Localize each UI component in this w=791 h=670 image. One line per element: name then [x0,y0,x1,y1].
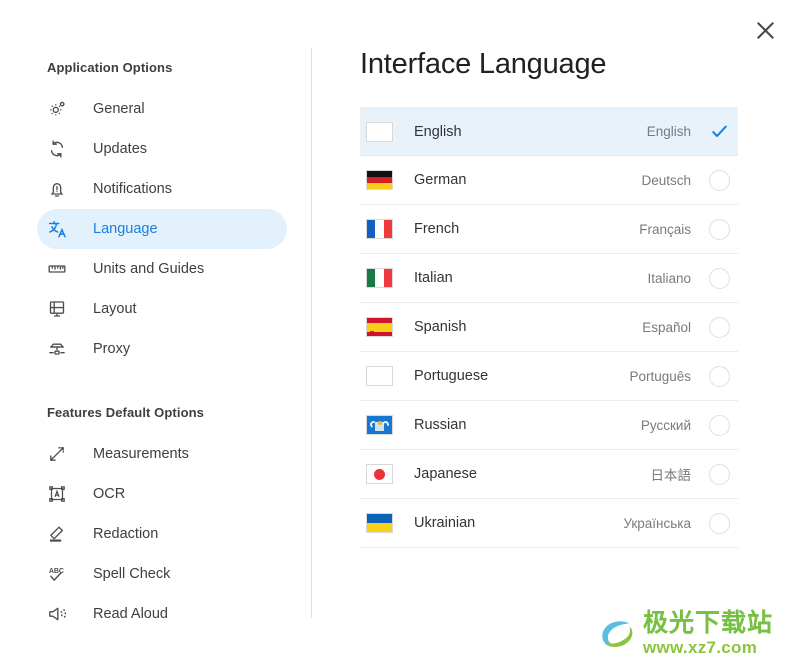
svg-text:ABC: ABC [49,568,64,575]
flag-es-icon [366,317,393,337]
sidebar-item-spell-check[interactable]: ABC Spell Check [37,554,287,594]
language-name: French [414,221,460,237]
sidebar-item-units-and-guides[interactable]: Units and Guides [37,249,287,289]
sidebar-item-proxy[interactable]: Proxy [37,329,287,369]
language-native-name: 日本語 [650,468,692,483]
flag-de-icon [366,170,393,190]
sidebar-item-label: Updates [93,141,148,157]
language-native-name: Українська [623,515,691,531]
layout-icon [47,297,77,321]
language-radio[interactable] [709,267,730,289]
language-native-name: Français [639,221,691,237]
sidebar-item-layout[interactable]: Layout [37,289,287,329]
language-row-japanese[interactable]: Japanese 日本語 [360,450,738,499]
flag-it-icon [366,268,393,288]
sidebar-item-language[interactable]: Language [37,209,287,249]
language-row-german[interactable]: German Deutsch [360,156,738,205]
language-name: Portuguese [414,368,489,384]
check-icon[interactable] [709,121,730,142]
translate-icon [47,217,77,241]
sidebar-item-label: Proxy [93,341,131,357]
sidebar-item-label: Measurements [93,446,189,462]
sidebar-item-label: Redaction [93,526,159,542]
flag-br-pt-icon [366,366,393,386]
ocr-icon [47,482,77,506]
sidebar-item-ocr[interactable]: OCR [37,474,287,514]
sidebar-item-redaction[interactable]: Redaction [37,514,287,554]
sidebar-item-label: Read Aloud [93,606,168,622]
refresh-icon [47,137,77,161]
ruler-icon [47,257,77,281]
language-row-french[interactable]: French Français [360,205,738,254]
sidebar-item-label: Spell Check [93,566,171,582]
flag-fr-icon [366,219,393,239]
flag-us-uk-icon [366,121,393,142]
language-name: Russian [414,417,467,433]
language-radio[interactable] [709,463,730,485]
abc-check-icon: ABC [47,562,77,586]
language-row-russian[interactable]: Russian Русский [360,401,738,450]
sidebar-item-updates[interactable]: Updates [37,129,287,169]
language-native-name: Русский [640,417,691,433]
language-native-name: Português [629,368,691,384]
sidebar-item-label: Language [93,221,158,237]
language-row-portuguese[interactable]: Portuguese Português [360,352,738,401]
language-radio[interactable] [709,218,730,240]
language-native-name: Español [642,319,691,335]
sidebar-section-title-application: Application Options [47,60,173,75]
language-native-name: English [646,124,691,139]
eraser-icon [47,522,77,546]
language-name: Italian [414,270,453,286]
language-radio[interactable] [709,512,730,534]
language-list: English English German Deutsch French Fr… [360,107,738,548]
flag-jp-icon [366,464,393,484]
sidebar-item-read-aloud[interactable]: Read Aloud [37,594,287,634]
language-row-spanish[interactable]: Spanish Español [360,303,738,352]
sidebar-item-label: Notifications [93,181,172,197]
watermark-url: www.xz7.com [642,638,758,657]
close-button[interactable] [747,12,783,48]
bell-icon [47,177,77,201]
flag-ua-icon [366,513,393,533]
sidebar-item-label: General [93,101,145,117]
sidebar-section-title-features: Features Default Options [47,405,204,420]
language-panel: Interface Language English English Germa… [360,48,740,548]
page-title: Interface Language [360,48,607,80]
sidebar-item-notifications[interactable]: Notifications [37,169,287,209]
language-name: German [414,172,467,188]
language-native-name: Deutsch [641,172,691,188]
language-row-english[interactable]: English English [360,107,738,156]
sidebar-item-label: Units and Guides [93,261,205,277]
sidebar-item-measurements[interactable]: Measurements [37,434,287,474]
site-watermark: 极光下载站 www.xz7.com [598,611,773,656]
language-radio[interactable] [709,414,730,436]
sidebar-item-label: Layout [93,301,137,317]
language-native-name: Italiano [647,270,691,286]
watermark-logo-icon [598,615,636,653]
watermark-text: 极光下载站 www.xz7.com [642,609,773,657]
language-radio[interactable] [709,365,730,387]
flag-ru-icon [366,415,393,435]
language-name: Spanish [414,319,467,335]
megaphone-icon [47,602,77,626]
watermark-site-name: 极光下载站 [642,609,773,637]
proxy-server-icon [47,337,77,361]
settings-dialog: Application Options General Updates Noti… [0,0,791,670]
sidebar-item-label: OCR [93,486,126,502]
language-name: Ukrainian [414,515,476,531]
gear-icon [47,97,77,121]
close-icon [756,21,775,40]
settings-sidebar: Application Options General Updates Noti… [0,48,312,622]
language-name: English [414,123,462,140]
sidebar-item-general[interactable]: General [37,89,287,129]
language-radio[interactable] [709,169,730,191]
language-radio[interactable] [709,316,730,338]
language-row-ukrainian[interactable]: Ukrainian Українська [360,499,738,548]
language-name: Japanese [414,466,477,482]
language-row-italian[interactable]: Italian Italiano [360,254,738,303]
measure-arrow-icon [47,442,77,466]
